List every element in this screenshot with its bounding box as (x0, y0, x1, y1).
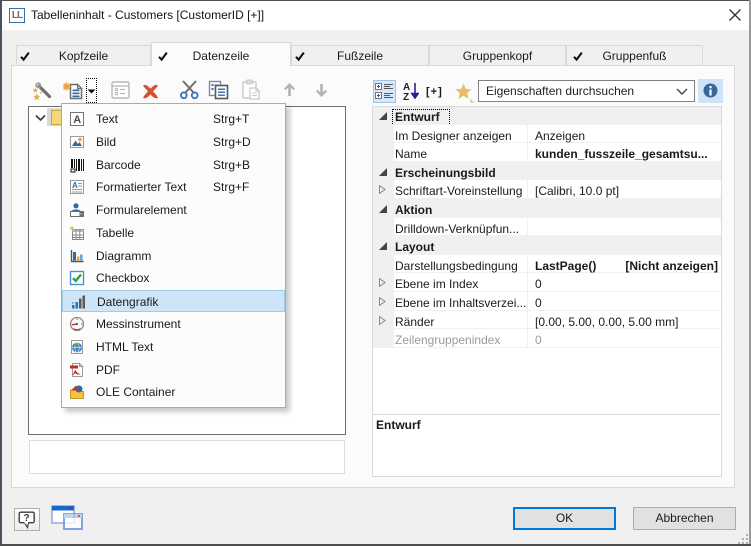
svg-text:?: ? (24, 513, 30, 524)
svg-text:A: A (72, 181, 78, 190)
svg-text:Z: Z (403, 92, 409, 103)
svg-text:A: A (73, 114, 81, 126)
